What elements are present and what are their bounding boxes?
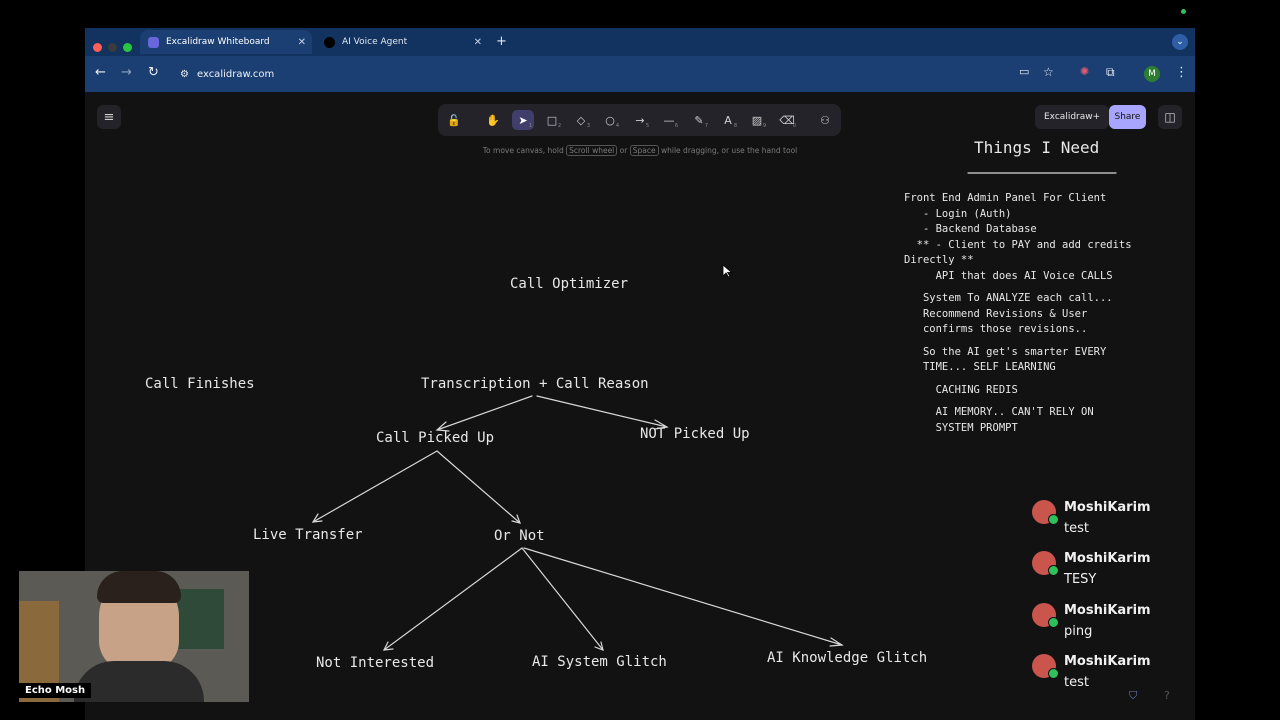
arrow-to-not-interested[interactable] [383,547,523,651]
note-line [904,338,1132,345]
note-line: - Login (Auth) [904,207,1012,220]
avatar [1032,551,1059,576]
node-not-interested[interactable]: Not Interested [316,655,434,671]
chat-text: test [1064,675,1089,690]
mouse-cursor-icon [722,264,733,278]
note-line: TIME... SELF LEARNING [904,361,1056,373]
node-ai-system-glitch[interactable]: AI System Glitch [532,654,667,670]
chat-text: test [1064,521,1089,536]
note-line: Recommend Revisions & User [904,307,1088,320]
avatar [1032,654,1059,679]
webcam-name-label: Echo Mosh [19,683,92,698]
arrow-to-or-not[interactable] [436,450,521,524]
note-line: API that does AI Voice CALLS [904,269,1113,282]
note-line: - Backend Database [904,223,1037,235]
note-line: System To ANALYZE each call... [904,292,1113,304]
note-line: Directly ** [904,254,974,266]
avatar [1032,603,1059,628]
arrow-to-picked-up[interactable] [436,395,533,431]
node-call-picked-up[interactable]: Call Picked Up [376,430,494,446]
chat-text: TESY [1064,572,1097,587]
note-line [904,398,1132,405]
chat-username: MoshiKarim [1064,603,1151,618]
note-line [904,376,1132,383]
node-call-optimizer[interactable]: Call Optimizer [510,276,628,292]
node-transcription[interactable]: Transcription + Call Reason [421,376,649,392]
arrow-to-live-transfer[interactable] [312,450,438,523]
arrow-to-system-glitch[interactable] [521,547,604,651]
note-line: confirms those revisions.. [904,323,1088,335]
node-live-transfer[interactable]: Live Transfer [253,527,363,543]
note-line: CACHING REDIS [904,383,1018,396]
note-line: ** - Client to PAY and add credits [904,238,1132,251]
arrow-to-not-picked-up[interactable] [536,395,668,428]
chat-username: MoshiKarim [1064,551,1151,566]
note-line: AI MEMORY.. CAN'T RELY ON [904,406,1094,418]
arrow-to-knowledge-glitch[interactable] [523,547,843,646]
node-or-not[interactable]: Or Not [494,528,545,544]
note-line: So the AI get's smarter EVERY [904,345,1107,358]
node-call-finishes[interactable]: Call Finishes [145,376,255,392]
avatar [1032,500,1059,525]
note-line: SYSTEM PROMPT [904,421,1018,434]
help-icon[interactable]: ? [1164,689,1170,702]
chat-text: ping [1064,624,1093,639]
note-line: Front End Admin Panel For Client [904,192,1107,204]
chat-username: MoshiKarim [1064,500,1151,515]
note-line [904,284,1132,291]
chat-overlay: MoshiKarim test MoshiKarim TESY MoshiKarim pi… [1024,488,1194,710]
shield-icon: ⛉ [1129,689,1138,702]
notes-block[interactable]: Front End Admin Panel For Client - Login… [904,191,1132,436]
node-not-picked-up[interactable]: NOT Picked Up [640,426,750,442]
chat-username: MoshiKarim [1064,654,1151,669]
node-ai-knowledge-glitch[interactable]: AI Knowledge Glitch [767,650,927,666]
notes-title[interactable]: Things I Need [974,138,1099,157]
